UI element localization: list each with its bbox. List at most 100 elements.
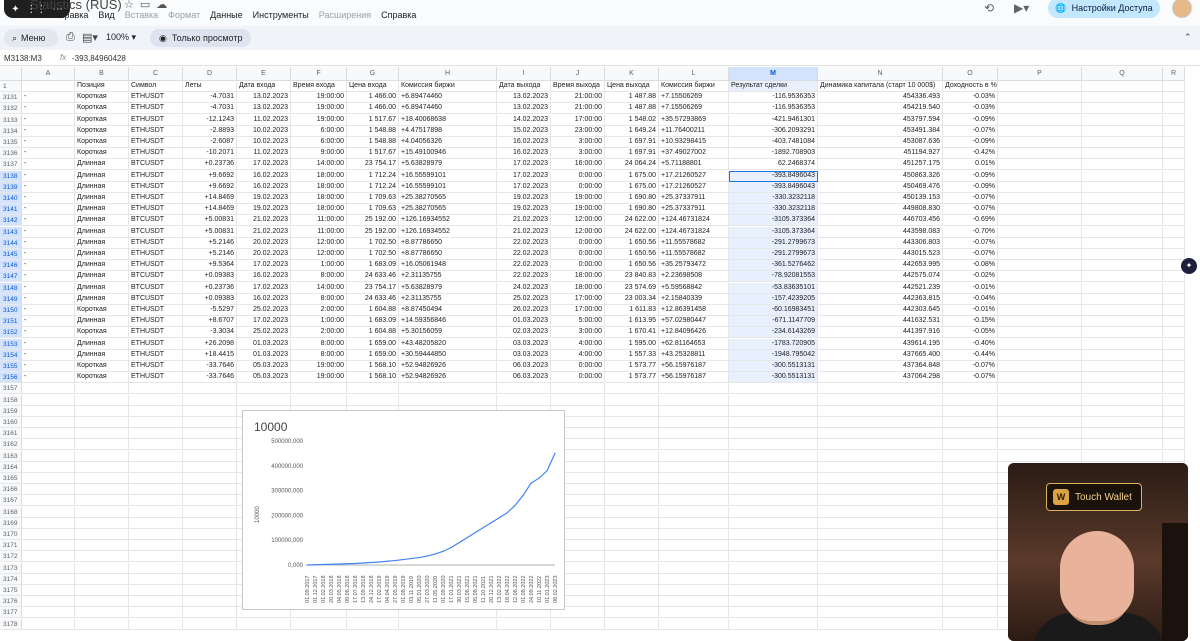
table-cell[interactable]: 17.02.2023 <box>497 170 551 182</box>
row-header[interactable]: 3169 <box>0 517 22 529</box>
row-header[interactable]: 3153 <box>0 338 22 350</box>
table-cell[interactable] <box>75 405 129 417</box>
table-cell[interactable] <box>75 573 129 585</box>
avatar[interactable] <box>1172 0 1192 18</box>
table-cell[interactable]: +6.89474460 <box>399 103 497 115</box>
table-cell[interactable]: 12:00:00 <box>291 249 347 260</box>
table-cell[interactable]: 18:00:00 <box>291 181 347 193</box>
table-cell[interactable]: ETHUSDT <box>129 260 183 272</box>
table-cell[interactable] <box>1163 394 1185 406</box>
row-header[interactable]: 3170 <box>0 529 22 540</box>
table-cell[interactable]: +126.16934552 <box>399 226 497 238</box>
column-header-i[interactable]: I <box>497 67 551 81</box>
table-cell[interactable] <box>183 540 237 552</box>
table-cell[interactable]: 18:00:00 <box>551 271 605 283</box>
table-cell[interactable]: +30.59444850 <box>399 349 497 361</box>
table-cell[interactable] <box>605 540 659 552</box>
table-cell[interactable]: +15.49100946 <box>399 148 497 160</box>
table-cell[interactable]: -0.04% <box>943 293 998 305</box>
table-cell[interactable]: 18:00:00 <box>291 204 347 216</box>
table-cell[interactable]: 17.02.2023 <box>237 282 291 294</box>
table-cell[interactable]: 01.03.2023 <box>497 316 551 328</box>
table-cell[interactable]: 442653.995 <box>818 260 943 272</box>
table-cell[interactable] <box>998 103 1082 115</box>
table-cell[interactable]: 0:00:00 <box>551 361 605 372</box>
table-cell[interactable] <box>1163 215 1185 227</box>
table-cell[interactable] <box>998 159 1082 171</box>
table-cell[interactable]: 21:00:00 <box>551 103 605 115</box>
table-cell[interactable] <box>943 607 998 619</box>
table-cell[interactable]: 9:00:00 <box>291 148 347 160</box>
table-cell[interactable]: +9.5364 <box>183 260 237 272</box>
table-cell[interactable]: 443598.083 <box>818 226 943 238</box>
table-cell[interactable] <box>1163 293 1185 305</box>
table-cell[interactable] <box>75 618 129 630</box>
table-cell[interactable] <box>943 562 998 574</box>
table-cell[interactable] <box>183 405 237 417</box>
table-cell[interactable]: 1 690.80 <box>605 193 659 204</box>
table-cell[interactable] <box>183 428 237 440</box>
table-cell[interactable] <box>22 585 75 596</box>
table-cell[interactable]: - <box>22 92 75 104</box>
table-cell[interactable]: Короткая <box>75 125 129 137</box>
table-cell[interactable]: 4:00:00 <box>551 349 605 361</box>
table-cell[interactable]: ETHUSDT <box>129 305 183 316</box>
table-cell[interactable]: 1 709.63 <box>347 193 399 204</box>
table-cell[interactable] <box>22 573 75 585</box>
table-cell[interactable] <box>1082 361 1163 372</box>
table-cell[interactable] <box>998 349 1082 361</box>
table-cell[interactable]: +5.00831 <box>183 226 237 238</box>
table-cell[interactable]: 24 064.24 <box>605 159 659 171</box>
table-cell[interactable]: +8.87786650 <box>399 237 497 249</box>
table-cell[interactable]: -291.2799673 <box>729 249 818 260</box>
table-cell[interactable] <box>183 495 237 507</box>
table-cell[interactable]: -0.03% <box>943 92 998 104</box>
column-header-h[interactable]: H <box>399 67 497 81</box>
table-cell[interactable]: 0:00:00 <box>551 249 605 260</box>
table-cell[interactable] <box>237 618 291 630</box>
table-cell[interactable]: - <box>22 103 75 115</box>
menu-item-7[interactable]: Справка <box>381 10 416 20</box>
table-cell[interactable] <box>659 495 729 507</box>
row-header[interactable]: 3175 <box>0 585 22 596</box>
table-cell[interactable]: 442575.074 <box>818 271 943 283</box>
table-cell[interactable] <box>943 405 998 417</box>
table-cell[interactable] <box>998 237 1082 249</box>
table-cell[interactable]: 1 466.00 <box>347 92 399 104</box>
table-cell[interactable] <box>183 383 237 395</box>
table-cell[interactable] <box>183 529 237 540</box>
table-cell[interactable]: - <box>22 305 75 316</box>
table-cell[interactable] <box>605 405 659 417</box>
table-cell[interactable] <box>818 585 943 596</box>
table-cell[interactable]: 450863.326 <box>818 170 943 182</box>
table-cell[interactable]: -2.8893 <box>183 125 237 137</box>
name-box[interactable]: M3138:M3 <box>4 54 50 63</box>
table-cell[interactable] <box>129 394 183 406</box>
table-cell[interactable]: -33.7646 <box>183 372 237 384</box>
table-cell[interactable]: ETHUSDT <box>129 181 183 193</box>
table-cell[interactable] <box>818 562 943 574</box>
table-cell[interactable]: - <box>22 293 75 305</box>
table-cell[interactable]: -33.7646 <box>183 361 237 372</box>
table-cell[interactable] <box>347 383 399 395</box>
table-cell[interactable]: +5.2146 <box>183 249 237 260</box>
row-header[interactable]: 3165 <box>0 473 22 484</box>
table-cell[interactable] <box>998 305 1082 316</box>
table-cell[interactable]: 17.02.2023 <box>237 159 291 171</box>
table-cell[interactable]: +8.87786650 <box>399 249 497 260</box>
table-cell[interactable] <box>347 618 399 630</box>
table-cell[interactable] <box>22 607 75 619</box>
table-cell[interactable]: +124.46731824 <box>659 215 729 227</box>
table-cell[interactable]: +11.55578682 <box>659 237 729 249</box>
table-cell[interactable]: 23 754.17 <box>347 159 399 171</box>
table-cell[interactable]: 25 192.00 <box>347 226 399 238</box>
table-cell[interactable] <box>183 417 237 428</box>
table-cell[interactable] <box>1163 450 1185 462</box>
table-cell[interactable] <box>75 495 129 507</box>
table-cell[interactable] <box>605 596 659 608</box>
row-header[interactable]: 3133 <box>0 114 22 126</box>
table-cell[interactable] <box>943 461 998 473</box>
table-cell[interactable] <box>659 394 729 406</box>
table-cell[interactable] <box>551 394 605 406</box>
table-cell[interactable]: +8.6707 <box>183 316 237 328</box>
